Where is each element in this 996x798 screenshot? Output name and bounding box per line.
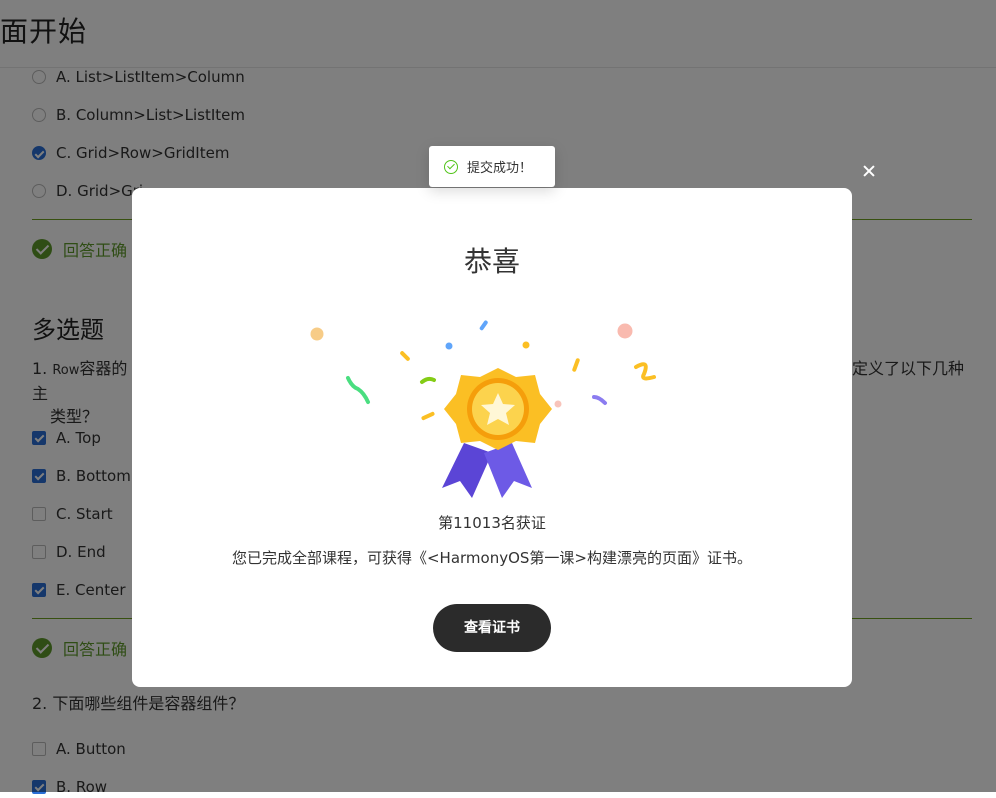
confetti-bar [479,320,488,331]
confetti-dot [445,342,453,350]
success-toast: 提交成功！ [429,146,555,187]
certificate-rank: 第11013名获证 [438,514,546,532]
confetti-squiggle [592,395,607,405]
ribbon-right [484,443,532,498]
confetti-bar [421,411,435,421]
medal-illustration [310,320,656,498]
confetti-dot [554,400,562,408]
close-icon[interactable] [858,160,880,182]
ribbon-left [442,443,492,498]
certificate-description: 您已完成全部课程，可获得《<HarmonyOS第一课>构建漂亮的页面》证书。 [231,549,752,567]
confetti-squiggle [346,376,370,404]
confetti-bar [400,351,410,361]
confetti-dot [617,323,633,339]
modal-title: 恭喜 [463,245,520,278]
confetti-squiggle [420,376,436,384]
congrats-modal: 恭喜 第11013名获证 您已完成全部课程，可获得《<HarmonyOS第一课>… [132,188,852,687]
confetti-bar [572,358,580,372]
toast-text: 提交成功！ [467,161,533,176]
confetti-squiggle [634,362,656,381]
confetti-dot [522,341,530,349]
confetti-dot [310,327,324,341]
check-circle-icon [444,159,458,174]
view-certificate-button[interactable]: 查看证书 [433,604,551,652]
